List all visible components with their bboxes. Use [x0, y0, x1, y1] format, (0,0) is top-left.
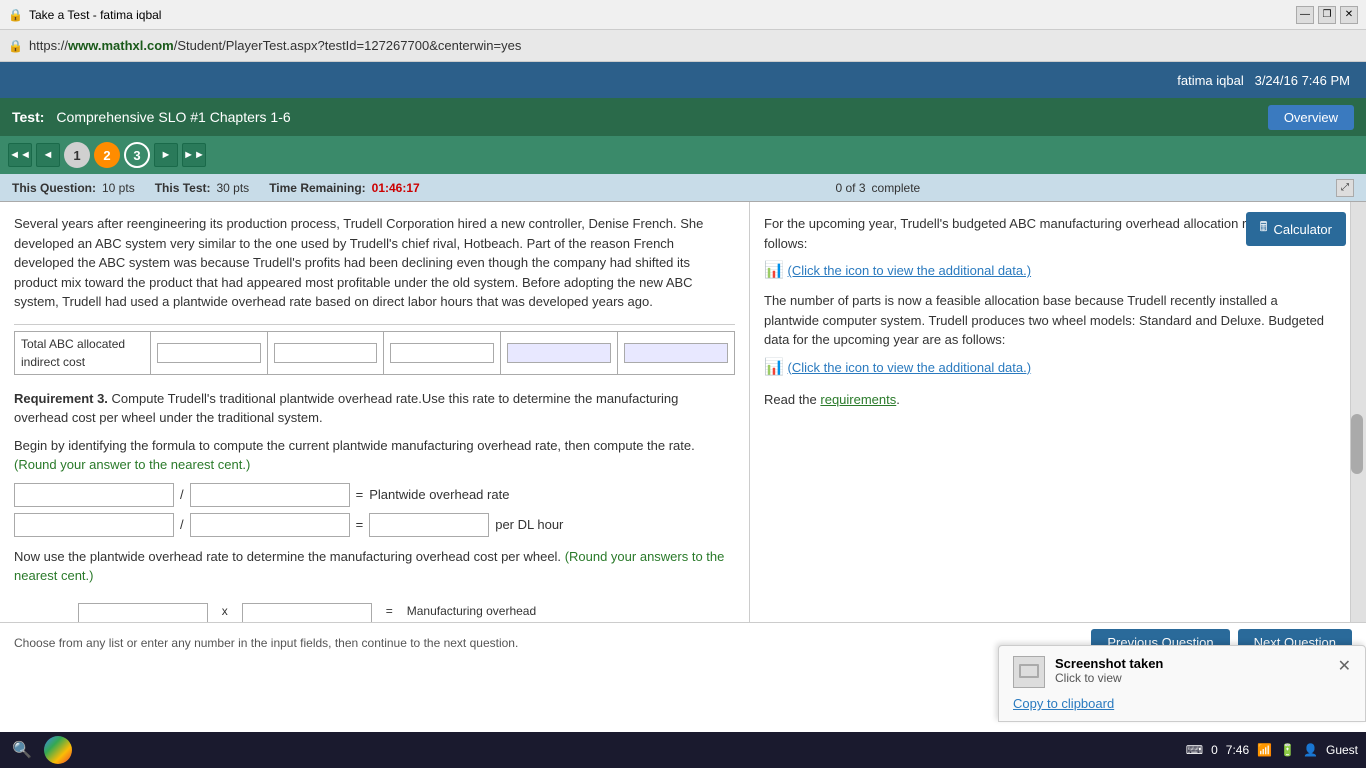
total-abc-input-4[interactable] [507, 343, 611, 363]
data-icon-1[interactable]: 📊 [764, 262, 784, 279]
nav-question-3[interactable]: 3 [124, 142, 150, 168]
calculator-button[interactable]: 🖩 Calculator [1246, 212, 1346, 246]
slash-2: / [180, 515, 184, 535]
click-data-link-2[interactable]: (Click the icon to view the additional d… [788, 360, 1032, 375]
screenshot-thumbnail[interactable] [1013, 656, 1045, 688]
nav-next-button[interactable]: ► [154, 143, 178, 167]
scrollbar[interactable] [1350, 202, 1366, 622]
nav-last-button[interactable]: ►► [182, 143, 206, 167]
total-abc-input-3[interactable] [390, 343, 494, 363]
eq-1: = [356, 485, 364, 505]
expand-button[interactable]: ⤢ [1336, 179, 1354, 197]
test-title: Comprehensive SLO #1 Chapters 1-6 [56, 109, 290, 125]
mfg-header-input-2[interactable] [242, 603, 372, 623]
req3-text: Compute Trudell's traditional plantwide … [14, 391, 678, 426]
req3-round-note: (Round your answer to the nearest cent.) [14, 457, 250, 472]
page-title: Take a Test - fatima iqbal [29, 8, 162, 22]
req3-formula-intro: Begin by identifying the formula to comp… [14, 438, 695, 453]
test-bar: Test: Comprehensive SLO #1 Chapters 1-6 … [0, 98, 1366, 136]
battery-icon: 🔋 [1280, 743, 1295, 757]
formula-numerator-1[interactable] [14, 483, 174, 507]
req3-heading: Requirement 3. [14, 391, 108, 406]
calculator-panel: 🖩 Calculator [1246, 212, 1346, 246]
mfg-header-input-1[interactable] [78, 603, 208, 623]
nav-question-1[interactable]: 1 [64, 142, 90, 168]
formula-denominator-2[interactable] [190, 513, 350, 537]
guest-label: Guest [1326, 743, 1358, 757]
right-panel: For the upcoming year, Trudell's budgete… [750, 202, 1350, 622]
complete-label: complete [872, 181, 921, 195]
chrome-taskbar-icon[interactable] [44, 736, 72, 764]
plantwide-label: Plantwide overhead rate [369, 485, 509, 505]
lang-indicator: 0 [1211, 743, 1218, 757]
this-question-pts: 10 pts [102, 181, 135, 195]
this-question-label: This Question: [12, 181, 96, 195]
left-panel: Several years after reengineering its pr… [0, 202, 750, 622]
copy-to-clipboard-link[interactable]: Copy to clipboard [1013, 696, 1351, 711]
url-display: https://www.mathxl.com/Student/PlayerTes… [29, 38, 521, 53]
requirement3-section: Requirement 3. Compute Trudell's traditi… [14, 389, 735, 623]
minimize-button[interactable]: — [1296, 6, 1314, 24]
requirements-link[interactable]: requirements [820, 392, 896, 407]
top-header: fatima iqbal 3/24/16 7:46 PM [0, 62, 1366, 98]
time-remaining-value: 01:46:17 [372, 181, 420, 195]
page-icon: 🔒 [8, 8, 23, 22]
address-bar: 🔒 https://www.mathxl.com/Student/PlayerT… [0, 30, 1366, 62]
formula-numerator-2[interactable] [14, 513, 174, 537]
keyboard-icon: ⌨ [1186, 743, 1203, 757]
click-data-link-1[interactable]: (Click the icon to view the additional d… [788, 263, 1032, 278]
left-panel-text: Several years after reengineering its pr… [14, 214, 735, 312]
click-to-view[interactable]: Click to view [1055, 671, 1163, 685]
total-table: Total ABC allocated indirect cost [14, 331, 735, 375]
formula-denominator-1[interactable] [190, 483, 350, 507]
this-test-pts: 30 pts [216, 181, 249, 195]
scrollbar-thumb[interactable] [1351, 414, 1363, 474]
username: fatima iqbal [1177, 73, 1243, 88]
nav-bar: ◄◄ ◄ 1 2 3 ► ►► [0, 136, 1366, 174]
overview-button[interactable]: Overview [1268, 105, 1354, 130]
search-taskbar-icon[interactable]: 🔍 [8, 736, 36, 764]
time-remaining-label: Time Remaining: [269, 181, 365, 195]
complete-count: 0 of 3 [835, 181, 865, 195]
nav-prev-button[interactable]: ◄ [36, 143, 60, 167]
total-abc-input-5[interactable] [624, 343, 728, 363]
bottom-hint: Choose from any list or enter any number… [14, 636, 518, 650]
mfg-section-intro: Now use the plantwide overhead rate to d… [14, 549, 561, 564]
screenshot-notification: Screenshot taken Click to view ✕ Copy to… [998, 645, 1366, 722]
user-icon: 👤 [1303, 743, 1318, 757]
close-notification-button[interactable]: ✕ [1338, 656, 1351, 676]
taskbar-right: ⌨ 0 7:46 📶 🔋 👤 Guest [1186, 743, 1358, 757]
eq-symbol-1: = [382, 604, 397, 618]
read-label: Read the [764, 392, 817, 407]
info-bar: This Question: 10 pts This Test: 30 pts … [0, 174, 1366, 202]
mfg-header-row: x = Manufacturing overhead [14, 594, 542, 623]
screenshot-title: Screenshot taken [1055, 656, 1163, 671]
calc-icon: 🖩 [1260, 218, 1268, 240]
slash-1: / [180, 485, 184, 505]
eq-2: = [356, 515, 364, 535]
mfg-overhead-table: x = Manufacturing overhead Standard x = … [14, 594, 542, 623]
wifi-icon: 📶 [1257, 743, 1272, 757]
nav-first-button[interactable]: ◄◄ [8, 143, 32, 167]
table-row: Total ABC allocated indirect cost [15, 331, 735, 374]
title-bar: 🔒 Take a Test - fatima iqbal — ❐ ✕ [0, 0, 1366, 30]
data-icon-2[interactable]: 📊 [764, 359, 784, 376]
this-test-label: This Test: [155, 181, 211, 195]
total-abc-input-2[interactable] [274, 343, 378, 363]
test-label: Test: [12, 109, 44, 125]
right-body: The number of parts is now a feasible al… [764, 291, 1336, 350]
datetime: 3/24/16 7:46 PM [1255, 73, 1350, 88]
rate-result-input[interactable] [369, 513, 489, 537]
total-abc-label: Total ABC allocated indirect cost [15, 331, 151, 374]
restore-button[interactable]: ❐ [1318, 6, 1336, 24]
mfg-overhead-label: Manufacturing overhead [407, 604, 536, 618]
nav-question-2[interactable]: 2 [94, 142, 120, 168]
x-symbol-1: x [218, 604, 232, 618]
close-button[interactable]: ✕ [1340, 6, 1358, 24]
total-abc-input-1[interactable] [157, 343, 261, 363]
lock-icon: 🔒 [8, 39, 23, 53]
taskbar-time: 7:46 [1226, 743, 1249, 757]
per-dl-label: per DL hour [495, 515, 563, 535]
taskbar: 🔍 ⌨ 0 7:46 📶 🔋 👤 Guest [0, 732, 1366, 768]
